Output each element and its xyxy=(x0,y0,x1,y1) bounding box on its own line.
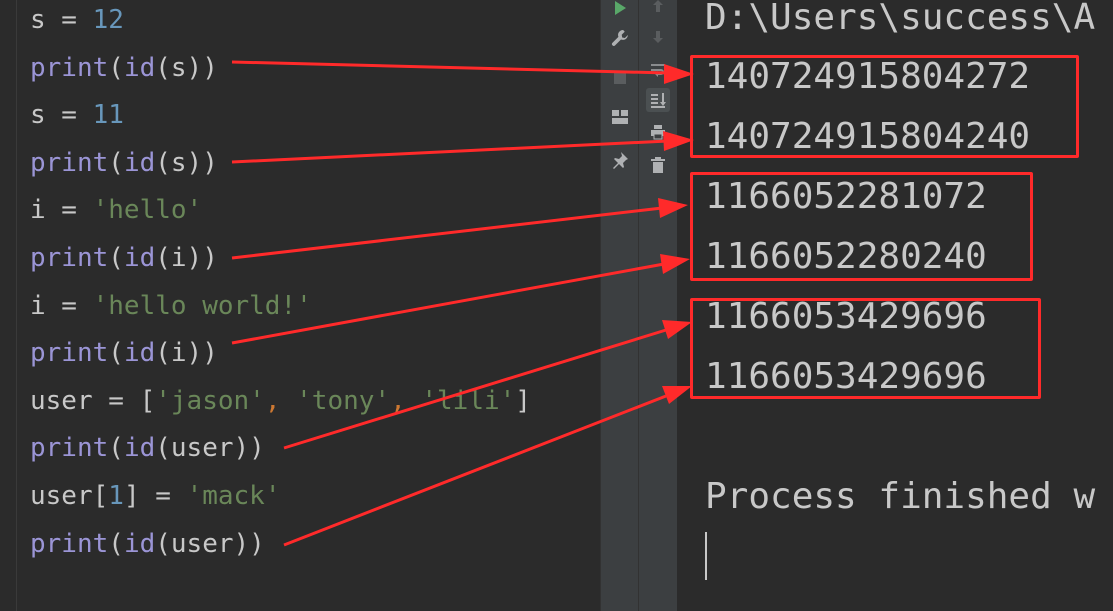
code-token: ( xyxy=(108,147,124,178)
code-token: id xyxy=(123,147,156,178)
run-toolbar-left xyxy=(600,0,639,611)
code-line[interactable]: print(id(i)) xyxy=(30,333,218,373)
code-token: s xyxy=(30,5,46,35)
code-token: = xyxy=(45,100,93,131)
stop-icon[interactable] xyxy=(608,66,632,90)
code-token: print xyxy=(30,147,109,178)
code-token: i xyxy=(30,290,46,321)
code-token: ( xyxy=(108,52,124,83)
code-line[interactable]: user = ['jason', 'tony', 'lili'] xyxy=(30,381,531,421)
code-token: ( xyxy=(108,528,124,559)
code-token: 'tony' xyxy=(296,385,391,416)
console-process-line: Process finished w xyxy=(705,476,1096,517)
code-line[interactable]: print(id(s)) xyxy=(30,48,218,88)
gutter-divider xyxy=(16,0,17,611)
code-line[interactable]: i = 'hello' xyxy=(30,190,202,230)
code-line[interactable]: user[1] = 'mack' xyxy=(30,476,280,516)
code-token: = xyxy=(45,5,93,35)
text-cursor xyxy=(705,532,707,580)
code-token: ] = xyxy=(123,481,187,511)
code-token: 'hello' xyxy=(92,195,203,226)
soft-wrap-icon[interactable] xyxy=(646,58,670,82)
code-line[interactable]: print(id(s)) xyxy=(30,143,218,183)
code-token: , xyxy=(264,385,297,416)
annotation-box-list xyxy=(690,298,1041,399)
arrow-up-icon[interactable] xyxy=(646,0,670,18)
code-token: , xyxy=(390,385,422,416)
code-line[interactable]: i = 'hello world!' xyxy=(30,286,312,326)
code-line[interactable]: print(id(user)) xyxy=(30,428,265,468)
code-token: ] xyxy=(515,385,531,416)
code-token: id xyxy=(123,338,156,369)
code-token: 12 xyxy=(92,5,124,35)
code-token: (s)) xyxy=(155,147,218,178)
scroll-to-end-icon[interactable] xyxy=(646,88,670,112)
code-line[interactable]: s = 12 xyxy=(30,0,124,40)
wrench-icon[interactable] xyxy=(608,26,632,50)
code-token: 1 xyxy=(108,481,124,511)
code-token: s xyxy=(30,100,46,131)
code-token: print xyxy=(30,528,109,559)
code-token: = xyxy=(45,195,93,226)
code-token: ( xyxy=(108,338,124,369)
code-token: = [ xyxy=(92,385,156,416)
print-icon[interactable] xyxy=(646,120,670,144)
code-token: print xyxy=(30,433,109,464)
code-token: ( xyxy=(108,243,124,273)
code-token: (i)) xyxy=(155,243,218,273)
code-token: 'hello world!' xyxy=(92,290,312,321)
code-editor[interactable]: s = 12 print(id(s)) s = 11 print(id(s)) i = … xyxy=(0,0,600,611)
code-token: id xyxy=(123,433,156,464)
code-token: (user)) xyxy=(155,433,265,464)
code-token: 'mack' xyxy=(186,481,281,511)
code-line[interactable]: s = 11 xyxy=(30,95,124,135)
code-token: = xyxy=(45,290,93,321)
arrow-down-icon[interactable] xyxy=(646,25,670,49)
code-token: (s)) xyxy=(155,52,218,83)
code-token: user xyxy=(30,385,93,416)
code-token: i xyxy=(30,195,46,226)
annotation-box-str xyxy=(690,172,1033,281)
code-token: 11 xyxy=(92,100,124,131)
code-token: 'lili' xyxy=(421,385,516,416)
play-icon[interactable] xyxy=(608,0,632,20)
trash-icon[interactable] xyxy=(646,153,670,177)
code-token: id xyxy=(123,243,156,273)
code-token: 'jason' xyxy=(155,385,265,416)
console-path-line: D:\Users\success\A xyxy=(705,0,1096,38)
code-token: id xyxy=(123,528,156,559)
code-token: user[ xyxy=(30,481,109,511)
code-line[interactable]: print(id(user)) xyxy=(30,524,265,564)
annotation-box-int xyxy=(690,55,1079,158)
layout-icon[interactable] xyxy=(608,105,632,129)
code-token: ( xyxy=(108,433,124,464)
code-token: print xyxy=(30,52,109,83)
code-line[interactable]: print(id(i)) xyxy=(30,238,218,278)
code-token: print xyxy=(30,243,109,273)
code-token: id xyxy=(123,52,156,83)
code-token: print xyxy=(30,338,109,369)
run-toolbar-right xyxy=(638,0,677,611)
code-token: (user)) xyxy=(155,528,265,559)
pin-icon[interactable] xyxy=(608,148,632,172)
code-token: (i)) xyxy=(155,338,218,369)
